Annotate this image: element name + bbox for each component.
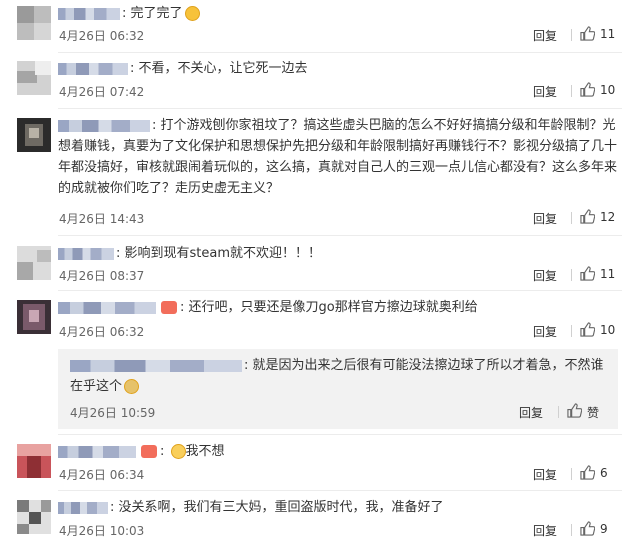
comment-time: 4月26日 10:03 xyxy=(59,524,145,538)
reply-button[interactable]: 回复 xyxy=(519,404,543,421)
username[interactable] xyxy=(58,247,114,260)
reply-button[interactable]: 回复 xyxy=(533,267,557,284)
comment-text: : 我不想 xyxy=(58,441,618,462)
emoji-icon xyxy=(124,379,140,394)
reply-button[interactable]: 回复 xyxy=(533,323,557,340)
separator xyxy=(571,325,572,337)
comment-time: 4月26日 06:32 xyxy=(59,325,145,339)
separator xyxy=(571,85,572,97)
like-count: 11 xyxy=(600,27,616,41)
like-count: 10 xyxy=(600,323,616,337)
like-count: 12 xyxy=(600,210,616,224)
emoji-icon xyxy=(170,444,186,459)
thumbs-up-icon xyxy=(580,521,595,536)
comment-time: 4月26日 10:59 xyxy=(70,406,156,420)
username[interactable] xyxy=(58,501,108,514)
reply-button[interactable]: 回复 xyxy=(533,27,557,44)
comment-time: 4月26日 14:43 xyxy=(59,212,145,226)
comment-text: : 没关系啊，我们有三大妈，重回盗版时代，我，准备好了 xyxy=(58,497,618,518)
like-count: 11 xyxy=(600,267,616,281)
emoji-icon xyxy=(184,6,200,21)
separator xyxy=(571,468,572,480)
divider xyxy=(58,108,622,109)
username[interactable] xyxy=(58,445,136,458)
vip-badge-icon xyxy=(141,445,157,458)
comment-time: 4月26日 06:32 xyxy=(59,29,145,43)
thumbs-up-icon xyxy=(580,82,595,97)
thumbs-up-icon xyxy=(580,465,595,480)
reply-button[interactable]: 回复 xyxy=(533,466,557,483)
comment-body: 完了完了 xyxy=(130,6,183,21)
comment-time: 4月26日 06:34 xyxy=(59,468,145,482)
comment-text: : 就是因为出来之后很有可能没法擦边球了所以才着急，不然谁在乎这个 xyxy=(70,358,604,394)
comment-text: : 影响到现有steam就不欢迎！！！ xyxy=(58,243,618,264)
username[interactable] xyxy=(58,301,156,314)
avatar[interactable] xyxy=(17,500,51,534)
divider xyxy=(58,490,622,491)
avatar[interactable] xyxy=(17,300,51,334)
separator xyxy=(571,29,572,41)
avatar[interactable] xyxy=(17,118,51,152)
like-label: 赞 xyxy=(587,406,600,420)
comment-text: : 还行吧，只要还是像刀go那样官方擦边球就奥利给 xyxy=(58,297,618,318)
separator xyxy=(558,406,559,418)
comment-time: 4月26日 07:42 xyxy=(59,85,145,99)
thumbs-up-icon xyxy=(580,266,595,281)
reply-button[interactable]: 回复 xyxy=(533,83,557,100)
comment-body: 我不想 xyxy=(185,444,225,459)
thumbs-up-icon xyxy=(580,322,595,337)
separator xyxy=(571,524,572,536)
reply-button[interactable]: 回复 xyxy=(533,210,557,227)
like-count: 10 xyxy=(600,83,616,97)
comment-text: : 打个游戏刨你家祖坟了？搞这些虚头巴脑的怎么不好好搞搞分级和年龄限制？光想着赚… xyxy=(58,118,618,196)
comment-text: : 不看，不关心，让它死一边去 xyxy=(58,58,618,79)
comment-body: 不看，不关心，让它死一边去 xyxy=(138,61,308,76)
avatar[interactable] xyxy=(17,444,51,478)
vip-badge-icon xyxy=(161,301,177,314)
comment-body: 没关系啊，我们有三大妈，重回盗版时代，我，准备好了 xyxy=(118,500,444,515)
divider xyxy=(58,235,622,236)
avatar[interactable] xyxy=(17,6,51,40)
thumbs-up-icon xyxy=(567,403,582,418)
nested-reply: : 就是因为出来之后很有可能没法擦边球了所以才着急，不然谁在乎这个 4月26日 … xyxy=(58,349,618,429)
comment-body: 还行吧，只要还是像刀go那样官方擦边球就奥利给 xyxy=(188,300,478,315)
thumbs-up-icon xyxy=(580,209,595,224)
comment-body: 影响到现有steam就不欢迎！！！ xyxy=(124,246,322,261)
divider xyxy=(58,434,622,435)
like-count: 6 xyxy=(600,466,608,480)
divider xyxy=(58,290,622,291)
reply-button[interactable]: 回复 xyxy=(533,522,557,539)
username[interactable] xyxy=(58,62,128,75)
avatar[interactable] xyxy=(17,246,51,280)
separator xyxy=(571,212,572,224)
username[interactable] xyxy=(58,119,150,132)
like-count: 9 xyxy=(600,522,608,536)
avatar[interactable] xyxy=(17,61,51,95)
comment-text: : 完了完了 xyxy=(58,3,618,24)
username[interactable] xyxy=(58,7,120,20)
separator xyxy=(571,269,572,281)
username[interactable] xyxy=(70,359,242,372)
divider xyxy=(58,52,622,53)
comment-time: 4月26日 08:37 xyxy=(59,269,145,283)
thumbs-up-icon xyxy=(580,26,595,41)
